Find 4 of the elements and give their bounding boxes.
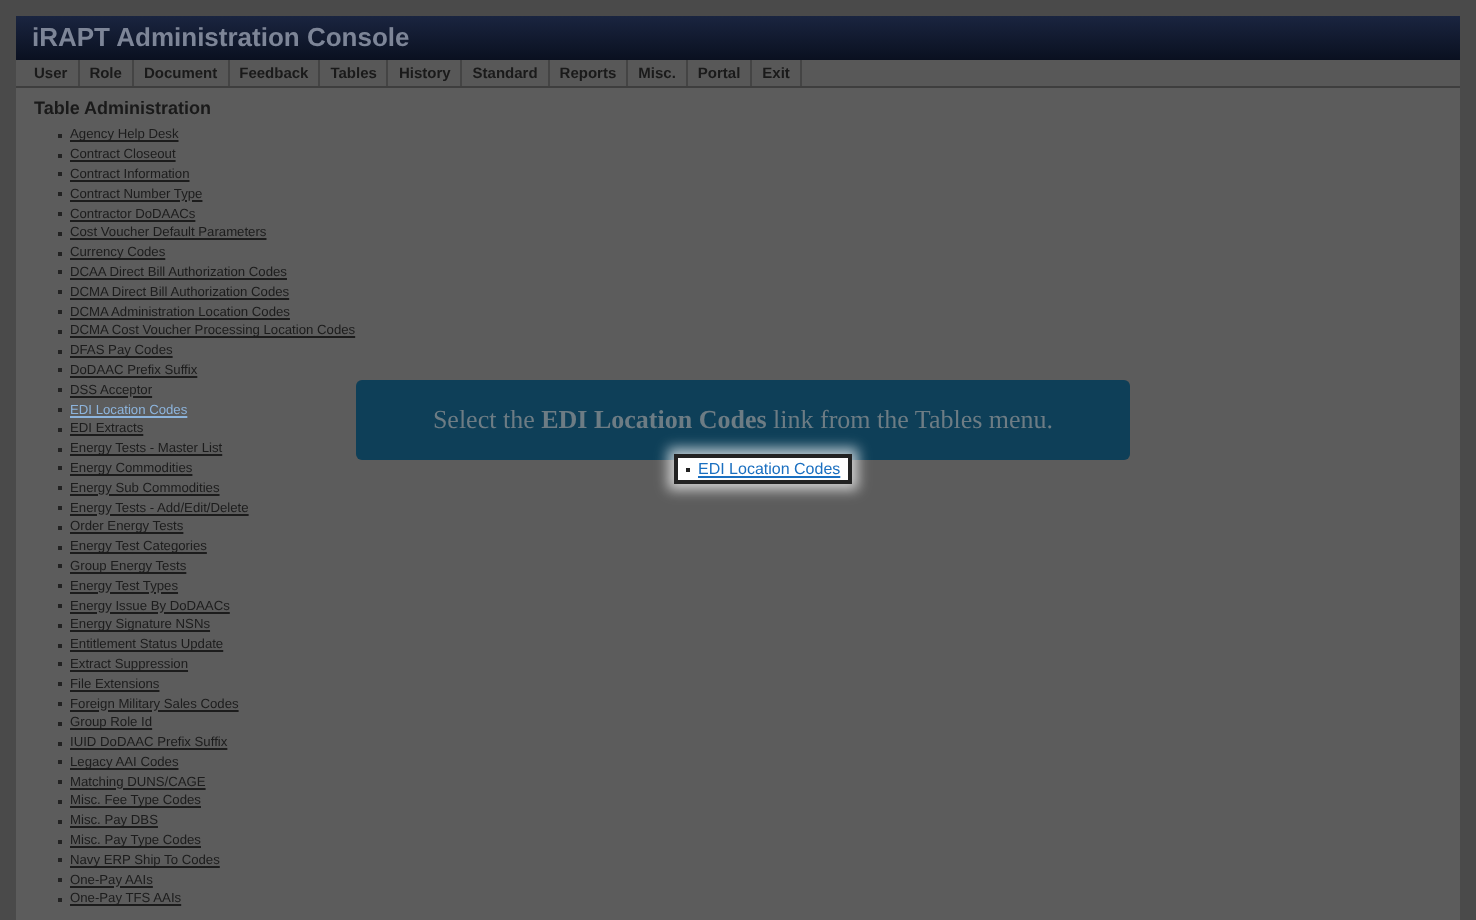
section-title: Table Administration	[34, 96, 214, 122]
edi-location-codes-link[interactable]: EDI Location Codes	[698, 457, 841, 481]
instruction-text: Select the EDI Location Codes link from the Tables menu.	[432, 402, 1054, 439]
window-title: iRAPT Administration Console	[32, 20, 410, 57]
